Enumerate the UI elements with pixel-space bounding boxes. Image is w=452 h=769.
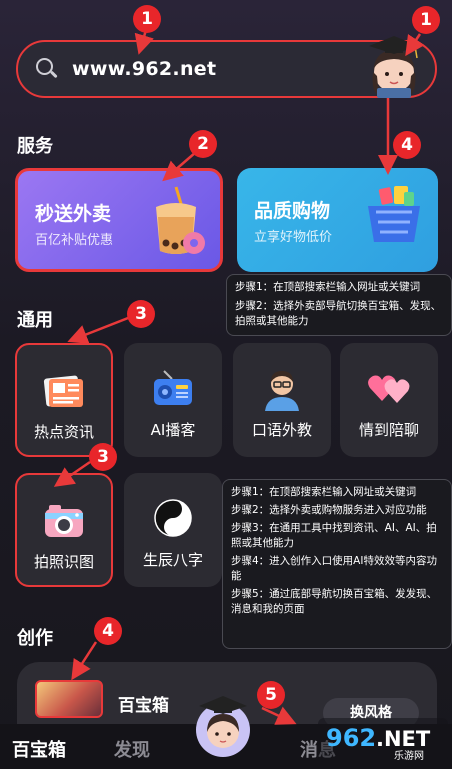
annotation-badge: 3 (89, 443, 117, 471)
tool-label: 口语外教 (251, 421, 312, 439)
delivery-card[interactable]: 秒送外卖 百亿补贴优惠 (15, 168, 223, 272)
tooltip-line: 步骤2：选择外卖或购物服务进入对应功能 (231, 504, 427, 516)
nav-home[interactable]: 百宝箱 (12, 736, 66, 762)
assistant-center-icon[interactable] (193, 690, 253, 758)
delivery-title: 秒送外卖 (35, 203, 112, 225)
bubble-tea-icon (156, 186, 205, 254)
radio-icon (154, 370, 192, 405)
annotation-badge: 4 (393, 131, 421, 159)
tool-birth-chart[interactable]: 生辰八字 (124, 473, 222, 587)
hearts-icon (368, 375, 410, 403)
annotation-badge: 2 (189, 130, 217, 158)
section-title-general: 通用 (17, 310, 53, 331)
section-title-service: 服务 (17, 136, 53, 157)
delivery-subtitle: 百亿补贴优惠 (35, 233, 114, 248)
search-icon (36, 58, 58, 80)
annotation-badge: 1 (133, 5, 161, 33)
annotation-badge: 4 (94, 617, 122, 645)
search-input[interactable]: www.962.net (72, 58, 216, 80)
assistant-avatar-icon[interactable] (363, 32, 425, 98)
tool-label: AI播客 (150, 421, 196, 439)
annotation-badge: 5 (257, 681, 285, 709)
tool-companion-chat[interactable]: 情到陪聊 (340, 343, 438, 457)
tooltip-steps-short: 步骤1：在顶部搜索栏输入网址或关键词 步骤2：选择外卖部导航切换百宝箱、发现、拍… (226, 274, 452, 336)
tooltip-line: 步骤4：进入创作入口使用AI特效效等内容功能 (231, 555, 437, 582)
shopping-title: 品质购物 (254, 200, 331, 222)
tool-hot-news[interactable]: 热点资讯 (15, 343, 113, 457)
shopping-subtitle: 立享好物低价 (254, 230, 333, 245)
annotation-badge: 1 (412, 6, 440, 34)
tooltip-line: 步骤3：在通用工具中找到资讯、AI、AI、拍照或其他能力 (231, 522, 437, 549)
section-title-create: 创作 (17, 628, 53, 649)
tooltip-steps-full: 步骤1：在顶部搜索栏输入网址或关键词 步骤2：选择外卖或购物服务进入对应功能 步… (222, 479, 452, 649)
creation-title: 百宝箱 (118, 696, 169, 716)
tooltip-line: 步骤5：通过底部导航切换百宝箱、发发现、消息和我的页面 (231, 588, 438, 615)
search-bar[interactable]: www.962.net (16, 36, 437, 98)
watermark-sub: 乐游网 (394, 749, 424, 762)
watermark-suffix: .NET (376, 727, 431, 751)
teacher-avatar-icon (265, 371, 299, 411)
tool-ai-podcast[interactable]: AI播客 (124, 343, 222, 457)
watermark-brand: 962 (326, 724, 376, 752)
tool-label: 情到陪聊 (358, 421, 419, 439)
shopping-card[interactable]: 品质购物 立享好物低价 (237, 168, 438, 272)
tooltip-line: 步骤1：在顶部搜索栏输入网址或关键词 (235, 281, 421, 293)
shopping-basket-icon (368, 186, 420, 242)
tooltip-line: 步骤1：在顶部搜索栏输入网址或关键词 (231, 486, 417, 498)
tool-label: 热点资讯 (33, 423, 94, 441)
tool-label: 生辰八字 (142, 551, 203, 569)
creation-thumbnail[interactable] (35, 680, 103, 718)
tooltip-line: 步骤2：选择外卖部导航切换百宝箱、发现、拍照或其他能力 (235, 299, 442, 328)
camera-icon (45, 505, 83, 537)
962-watermark-logo: 962 .NET 乐游网 (318, 718, 448, 762)
tool-photo-recognition[interactable]: 拍照识图 (15, 473, 113, 587)
newspaper-icon (43, 375, 83, 407)
yin-yang-icon (154, 499, 192, 537)
annotation-badge: 3 (127, 300, 155, 328)
nav-discover[interactable]: 发现 (114, 736, 150, 762)
tool-oral-english[interactable]: 口语外教 (233, 343, 331, 457)
tool-label: 拍照识图 (33, 553, 94, 571)
